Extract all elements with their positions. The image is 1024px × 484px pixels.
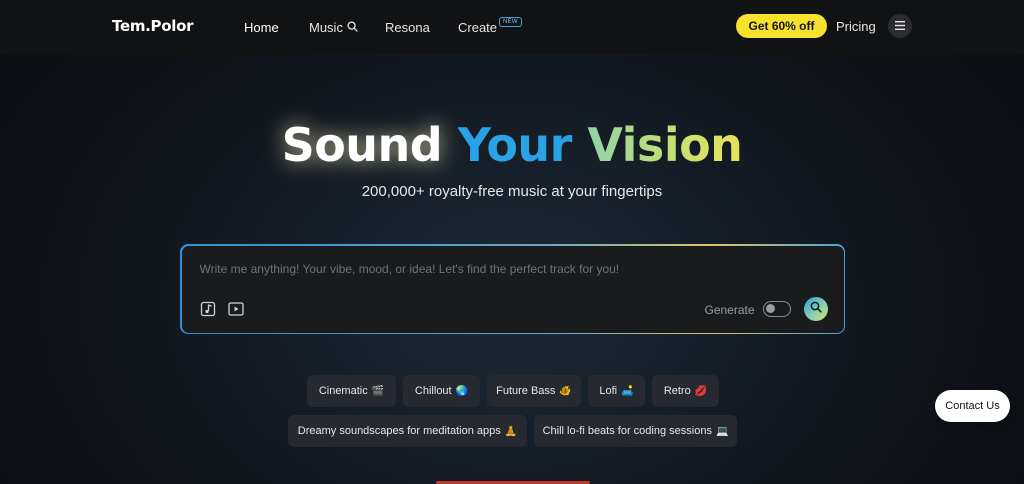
prompt-box-inner: Generate	[181, 245, 844, 333]
search-icon	[810, 300, 822, 318]
music-note-icon[interactable]	[200, 301, 216, 317]
chip-label: Chill lo-fi beats for coding sessions	[542, 425, 712, 437]
lips-icon: 💋	[694, 385, 708, 397]
clapperboard-icon: 🎬	[371, 385, 385, 397]
nav-create[interactable]: Create	[458, 20, 497, 35]
prompt-input[interactable]	[199, 259, 820, 278]
chip-future-bass[interactable]: Future Bass 🐠	[487, 375, 581, 407]
hero-title: Sound Your Vision	[0, 118, 1024, 172]
globe-icon: 🌏	[455, 385, 469, 397]
hero-subtitle: 200,000+ royalty-free music at your fing…	[361, 183, 663, 200]
nav-resona[interactable]: Resona	[385, 20, 430, 35]
nav-music-label: Music	[309, 20, 343, 35]
chip-label: Dreamy soundscapes for meditation apps	[297, 425, 501, 437]
generate-label: Generate	[704, 302, 755, 317]
nav-home[interactable]: Home	[244, 20, 279, 35]
menu-button[interactable]	[888, 14, 912, 38]
hero-title-your: Your	[457, 118, 573, 172]
hero-title-sound: Sound	[281, 118, 443, 172]
site-logo[interactable]: Tem.Polor	[112, 17, 193, 35]
contact-us-button[interactable]: Contact Us	[935, 390, 1010, 422]
search-button[interactable]	[803, 296, 828, 321]
chip-lofi[interactable]: Lofi 🛋️	[588, 375, 645, 407]
chip-dreamy-soundscapes[interactable]: Dreamy soundscapes for meditation apps 🧘	[288, 415, 527, 447]
generate-toggle[interactable]	[762, 300, 791, 317]
laptop-icon: 💻	[715, 425, 729, 437]
generate-toggle-knob	[765, 303, 775, 313]
chip-retro[interactable]: Retro 💋	[652, 375, 719, 407]
chip-chillout[interactable]: Chillout 🌏	[403, 375, 480, 407]
couch-icon: 🛋️	[621, 385, 634, 397]
search-icon	[347, 20, 358, 35]
chip-label: Lofi	[599, 385, 618, 397]
meditation-icon: 🧘	[504, 425, 518, 437]
prompt-box: Generate	[180, 244, 845, 334]
video-play-icon[interactable]	[227, 301, 244, 317]
chip-chill-lofi-coding[interactable]: Chill lo-fi beats for coding sessions 💻	[534, 415, 737, 447]
chip-cinematic[interactable]: Cinematic 🎬	[307, 375, 396, 407]
chip-label: Cinematic	[318, 385, 368, 397]
hero-title-vision: Vision	[587, 118, 743, 172]
hamburger-menu-icon	[895, 17, 905, 35]
chip-label: Chillout	[414, 385, 452, 397]
top-navigation-bar: Tem.Polor Home Music Resona Create NEW G…	[0, 0, 1024, 54]
fish-icon: 🐠	[559, 385, 572, 397]
promo-discount-button[interactable]: Get 60% off	[736, 14, 827, 38]
nav-music[interactable]: Music	[309, 20, 358, 35]
nav-pricing[interactable]: Pricing	[836, 19, 876, 34]
chip-label: Future Bass	[496, 385, 556, 397]
chip-label: Retro	[663, 385, 691, 397]
new-badge: NEW	[499, 17, 522, 27]
